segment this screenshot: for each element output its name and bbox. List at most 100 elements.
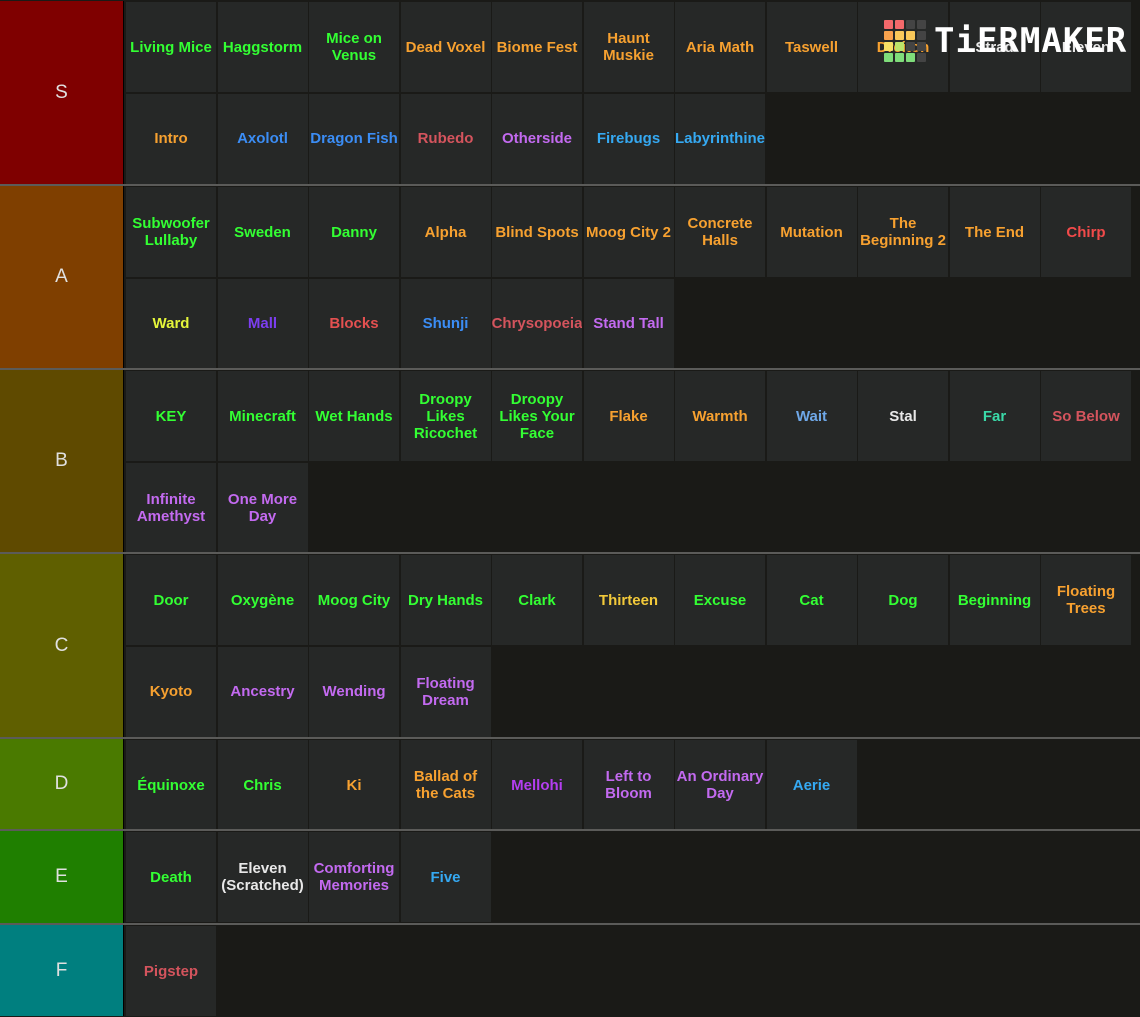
tier-item[interactable]: Floating Trees [1041,555,1131,645]
tier-item[interactable]: Sweden [217,187,308,277]
tier-items: Subwoofer Lullaby Sweden Danny Alpha Blind S… [126,187,1132,369]
tier-item[interactable]: Droopy Likes Ricochet [400,371,491,461]
tier-item-label: Concrete Halls [687,215,753,249]
tier-item[interactable]: Five [400,832,491,922]
tier-item-label: Subwoofer Lullaby [132,215,210,249]
tier-item[interactable]: Rubedo [400,93,491,184]
tier-item[interactable]: Thirteen [583,555,674,645]
tier-item-label: Far [982,407,1007,425]
tier-item[interactable]: Beginning [949,555,1040,645]
tier-item[interactable]: Flake [583,371,674,461]
tier-label[interactable]: B [0,370,124,552]
tier-item-label: Floating Trees [1056,583,1116,617]
tier-label[interactable]: C [0,554,124,737]
tier-divider [0,552,1140,554]
tier-item-label: Clark [518,591,556,609]
tier-item[interactable]: Mellohi [492,740,582,830]
tier-item[interactable]: Excuse [675,555,765,645]
tier-item[interactable]: So Below [1041,371,1131,461]
tier-item[interactable]: Aerie [766,740,857,830]
tier-item-label: The Beginning 2 [860,215,946,249]
tier-item[interactable]: Blind Spots [492,187,582,277]
tier-label[interactable]: D [0,739,124,829]
tier-item-label: Droopy Likes Your Face [499,390,575,442]
tier-item[interactable]: Living Mice [126,2,216,92]
tier-item[interactable]: Door [126,555,216,645]
tier-item[interactable]: KEY [126,371,216,461]
tier-item[interactable]: Ward [126,278,216,369]
tier-item[interactable]: Concrete Halls [675,187,765,277]
tier-label[interactable]: E [0,831,124,923]
tier-item[interactable]: Chirp [1041,187,1131,277]
tier-item-label: Infinite Amethyst [136,490,206,525]
tier-item[interactable]: Minecraft [217,371,308,461]
tier-item[interactable]: Mutation [766,187,857,277]
tier-item[interactable]: Ki [309,740,399,830]
tier-item[interactable]: Mall [217,278,308,369]
tier-item[interactable]: Ancestry [217,646,308,737]
tier-item[interactable]: Warmth [675,371,765,461]
tier-item[interactable]: Dog [858,555,948,645]
tier-item[interactable]: Stal [858,371,948,461]
tier-item[interactable]: An Ordinary Day [675,740,765,830]
tier-item[interactable]: Pigstep [126,926,216,1016]
tier-item[interactable]: Équinoxe [126,740,216,830]
tier-item[interactable]: Ballad of the Cats [400,740,491,830]
tier-item[interactable]: Labyrinthine [675,93,765,184]
tier-item-label: Kyoto [149,683,193,700]
tier-item[interactable]: Intro [126,93,216,184]
tier-label[interactable]: S [0,1,124,184]
tier-item[interactable]: Oxygène [217,555,308,645]
tier-item[interactable]: Firebugs [583,93,674,184]
tier-item[interactable]: Subwoofer Lullaby [126,187,216,277]
tier-item-label: KEY [155,407,187,425]
tier-item-label: Alpha [424,223,467,241]
tier-item[interactable]: Blocks [309,278,399,369]
tier-item[interactable]: The Beginning 2 [858,187,948,277]
tier-item[interactable]: Stand Tall [583,278,674,369]
tier-item[interactable]: Aria Math [675,2,765,92]
tier-row-e: E Death Eleven (Scratched) Comforting Memor… [0,831,1140,923]
tier-item[interactable]: Haunt Muskie [583,2,674,92]
tier-item[interactable]: Comforting Memories [309,832,399,922]
tier-item[interactable]: Dead Voxel [400,2,491,92]
tier-item[interactable]: Cat [766,555,857,645]
tier-item[interactable]: Chris [217,740,308,830]
tier-item[interactable]: Axolotl [217,93,308,184]
tier-item[interactable]: Taswell [766,2,857,92]
tier-item[interactable]: Clark [492,555,582,645]
tier-item[interactable]: Left to Bloom [583,740,674,830]
tier-item-label: Floating Dream [416,674,475,709]
tier-item-label: Otherside [501,130,573,147]
tier-item[interactable]: Chrysopoeia [492,278,582,369]
tier-item[interactable]: One More Day [217,462,308,553]
tier-item-label: Thirteen [598,591,659,609]
tier-item[interactable]: Moog City 2 [583,187,674,277]
tier-item[interactable]: Wet Hands [309,371,399,461]
tier-label[interactable]: A [0,186,124,368]
tier-item[interactable]: Biome Fest [492,2,582,92]
tier-item-label: Moog City 2 [586,223,671,241]
tier-item-label: Chrysopoeia [492,315,582,332]
tier-item[interactable]: Mice on Venus [309,2,399,92]
tier-item[interactable]: Alpha [400,187,491,277]
tier-item[interactable]: Floating Dream [400,646,491,737]
tier-item[interactable]: Infinite Amethyst [126,462,216,553]
tier-item[interactable]: Otherside [492,93,582,184]
tier-label[interactable]: F [0,925,124,1016]
tier-item[interactable]: Far [949,371,1040,461]
tier-item[interactable]: Moog City [309,555,399,645]
tier-item[interactable]: Dragon Fish [309,93,399,184]
tier-item[interactable]: Haggstorm [217,2,308,92]
tier-item[interactable]: Dry Hands [400,555,491,645]
tier-item[interactable]: Death [126,832,216,922]
tier-item[interactable]: The End [949,187,1040,277]
tier-item[interactable]: Shunji [400,278,491,369]
tier-item-label: Ki [346,776,362,794]
tier-item[interactable]: Wait [766,371,857,461]
tier-item[interactable]: Eleven (Scratched) [217,832,308,922]
tier-item[interactable]: Droopy Likes Your Face [492,371,582,461]
tier-item[interactable]: Danny [309,187,399,277]
tier-item[interactable]: Kyoto [126,646,216,737]
tier-item[interactable]: Wending [309,646,399,737]
